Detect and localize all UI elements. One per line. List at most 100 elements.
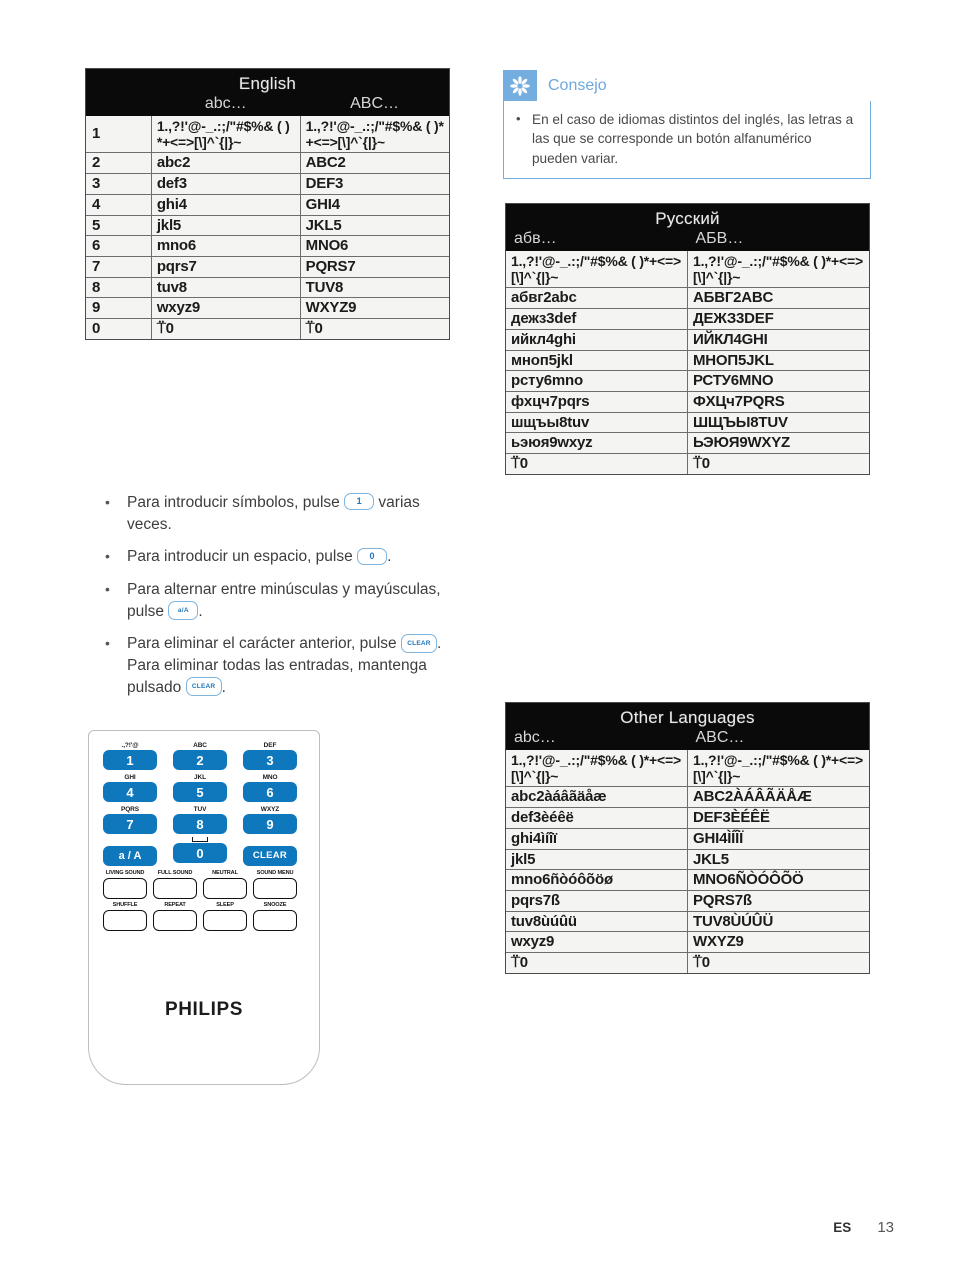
remote-sound-label: NEUTRAL [212,870,238,876]
remote-key-letters: ABC [193,742,207,749]
other-lower-chars: pqrs7ß [506,889,688,912]
table-row: 0 ⍡0 ⍡0 [86,317,449,339]
remote-button-repeat[interactable] [153,910,197,931]
remote-button-clear[interactable]: CLEAR [243,846,297,866]
russian-upper-chars: ШЩЪЫ8TUV [687,411,869,433]
english-key-number: 8 [86,276,152,298]
other-upper-chars: GHI4ÌÍÎÏ [687,827,869,850]
other-upper-chars: TUV8ÙÚÛÜ [687,910,869,932]
english-key-number: 1 [86,116,152,153]
remote-button-5[interactable]: 5 [173,782,227,802]
remote-button-9[interactable]: 9 [243,814,297,834]
other-lower-chars: ⍡0 [506,951,688,973]
instruction-bullet: • Para introducir símbolos, pulse 1 varia… [105,492,455,535]
table-row: ghi4ìíîï GHI4ÌÍÎÏ [506,827,869,850]
remote-button-shuffle[interactable] [103,910,147,931]
remote-button-6[interactable]: 6 [243,782,297,802]
english-upper-chars: WXYZ9 [300,297,449,319]
other-lower-chars: ghi4ìíîï [506,827,688,850]
english-lower-chars: pqrs7 [151,255,301,278]
table-row: mno6ñòóôõöø MNO6ÑÒÓÔÕÖ [506,869,869,891]
russian-table-header: Русский абв… АБВ… [506,204,869,251]
remote-key-cell: GHI 4 [103,773,157,802]
space-bar-icon [192,837,208,842]
instruction-text: Para introducir símbolos, pulse 1 varias… [127,493,420,533]
other-lower-chars: jkl5 [506,848,688,870]
inline-key-aa-icon: a/A [168,601,199,621]
english-upper-chars: ABC2 [300,152,449,174]
other-upper-chars: DEF3ÈÉÊË [687,807,869,829]
other-lower-chars: tuv8ùúûü [506,910,688,932]
remote-key-cell: a / A [103,837,157,866]
russian-table-subheader: абв… АБВ… [506,229,869,251]
remote-button-full-sound[interactable] [153,878,197,899]
remote-button-4[interactable]: 4 [103,782,157,802]
manual-page: English abc… ABC… 1 1.,?!'@-_.:;/"#$%& ( … [0,0,954,1272]
english-lower-chars: abc2 [151,152,301,174]
remote-key-cell: 0 [173,837,227,866]
table-row: tuv8ùúûü TUV8ÙÚÛÜ [506,910,869,932]
instruction-text: Para introducir un espacio, pulse 0. [127,547,392,566]
inline-key-clear-icon: CLEAR [185,677,222,697]
instruction-text: Para eliminar el carácter anterior, puls… [127,633,442,697]
remote-button-snooze[interactable] [253,910,297,931]
english-key-number: 3 [86,173,152,195]
other-upper-chars: ABC2ÀÁÂÃÄÅÆ [687,786,869,808]
remote-key-cell: CLEAR [243,837,297,866]
remote-sound-label: SNOOZE [263,902,287,908]
english-lower-chars: def3 [151,173,301,195]
remote-button-living-sound[interactable] [103,878,147,899]
russian-upper-chars: ЬЭЮЯ9WXYZ [687,432,869,454]
remote-control-illustration: .,?!'@ 1 ABC 2 DEF 3 GHI 4 JKL 5 MNO 6 PQRS 7 TUV 8 WXYZ… [88,730,320,1085]
remote-button-aa[interactable]: a / A [103,846,157,866]
russian-upper-chars: ДЕЖЗ3DEF [687,308,869,330]
other-upper-chars: WXYZ9 [687,931,869,953]
english-upper-chars: PQRS7 [300,255,449,278]
remote-key-cell: .,?!'@ 1 [103,741,157,770]
page-number: 13 [877,1219,894,1236]
other-upper-chars: ⍡0 [687,951,869,973]
other-sub-lowercase: abc… [514,729,556,746]
russian-lower-chars: ьэюя9wxyz [506,432,688,454]
remote-key-cell: DEF 3 [243,741,297,770]
page-footer: ES 13 [833,1219,894,1236]
inline-key-clear-icon: CLEAR [400,633,437,653]
remote-button-sound-menu[interactable] [253,878,297,899]
table-row: рсту6mno РСТУ6MNO [506,370,869,392]
remote-button-neutral[interactable] [203,878,247,899]
english-lower-chars: mno6 [151,235,301,257]
remote-button-7[interactable]: 7 [103,814,157,834]
tip-asterisk-icon [503,70,537,101]
russian-sub-lowercase: абв… [514,230,557,247]
instruction-bullet: • Para eliminar el carácter anterior, pul… [105,633,455,698]
table-row: 1.,?!'@-_.:;/"#$%& ( )*+<=>[\]^`{|}~ 1.,?… [506,251,869,288]
remote-button-8[interactable]: 8 [173,814,227,834]
tip-label: Consejo [548,76,607,94]
remote-button-sleep[interactable] [203,910,247,931]
russian-upper-chars: АБВГ2ABC [687,287,869,309]
other-table-subheader: abc… ABC… [506,728,869,750]
remote-key-cell: JKL 5 [173,773,227,802]
other-sub-uppercase: ABC… [695,729,745,746]
english-keypad-table: English abc… ABC… 1 1.,?!'@-_.:;/"#$%& ( … [85,68,450,340]
remote-sound-cell: LIVING SOUND [103,869,147,899]
remote-button-2[interactable]: 2 [173,750,227,770]
english-lower-chars: ⍡0 [151,317,301,339]
russian-lower-chars: ⍡0 [506,452,688,474]
english-upper-chars: DEF3 [300,173,449,195]
english-lower-chars: 1.,?!'@-_.:;/"#$%& ( )*+<=>[\]^`{|}~ [151,116,301,153]
english-lower-chars: ghi4 [151,193,301,216]
remote-button-1[interactable]: 1 [103,750,157,770]
remote-sound-label: SHUFFLE [112,902,138,908]
remote-button-0[interactable]: 0 [173,843,227,863]
english-table-subheader: abc… ABC… [86,94,449,116]
table-row: wxyz9 WXYZ9 [506,931,869,953]
remote-key-letters: MNO [262,774,278,781]
remote-key-letters: WXYZ [260,806,280,813]
remote-key-row: .,?!'@ 1 ABC 2 DEF 3 [103,741,297,770]
other-table-title: Other Languages [620,708,755,727]
remote-key-letters: .,?!'@ [121,742,139,749]
table-row: 4 ghi4 GHI4 [86,193,449,216]
remote-button-3[interactable]: 3 [243,750,297,770]
other-upper-chars: 1.,?!'@-_.:;/"#$%& ( )*+<=>[\]^`{|}~ [687,750,869,787]
